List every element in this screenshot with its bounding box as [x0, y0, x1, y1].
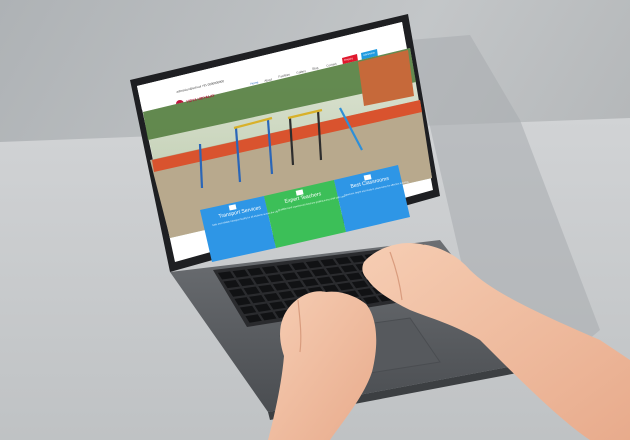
photo-scene: [0, 0, 630, 440]
